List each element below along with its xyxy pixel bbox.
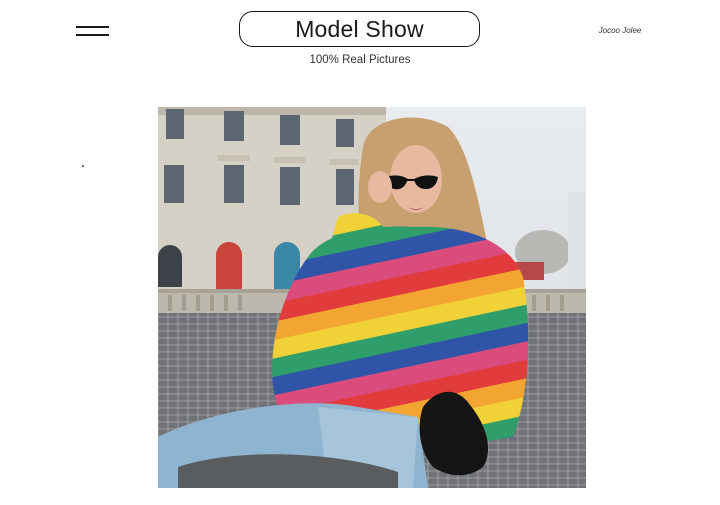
page-subtitle: 100% Real Pictures — [309, 54, 411, 66]
decorative-dot — [82, 165, 84, 167]
page-title: Model Show — [295, 15, 424, 42]
model-photo — [158, 107, 586, 488]
brand-logo: Jocoo Jolee — [598, 26, 642, 35]
title-pill: Model Show — [239, 11, 480, 47]
hamburger-menu-icon[interactable] — [76, 26, 109, 36]
